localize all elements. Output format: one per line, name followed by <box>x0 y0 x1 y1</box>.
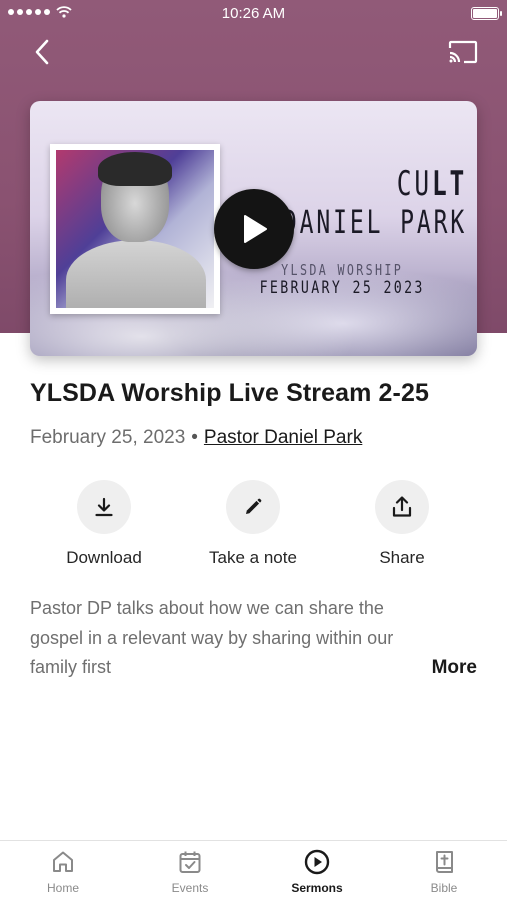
video-title-graphic: CULT PDANIEL PARK <box>266 165 467 241</box>
video-subtitle-line1: YLSDA WORSHIP <box>281 261 404 279</box>
speaker-link[interactable]: Pastor Daniel Park <box>204 427 362 448</box>
sermon-meta: February 25, 2023 • Pastor Daniel Park <box>30 427 362 449</box>
video-title-speaker: PDANIEL PARK <box>265 203 467 241</box>
status-bar: 10:26 AM <box>0 0 507 28</box>
download-icon-circle <box>77 480 131 534</box>
take-note-button[interactable]: Take a note <box>178 480 328 568</box>
home-icon <box>53 851 73 872</box>
pencil-icon <box>246 498 262 514</box>
battery-icon <box>471 7 502 20</box>
sermon-date: February 25, 2023 <box>30 427 186 448</box>
tab-bible-label: Bible <box>430 881 458 895</box>
sermon-title: YLSDA Worship Live Stream 2-25 <box>30 379 429 407</box>
chevron-left-icon <box>35 39 49 65</box>
tab-sermons-label: Sermons <box>291 881 343 895</box>
tab-home-label: Home <box>46 881 79 895</box>
play-circle-icon <box>304 849 330 875</box>
sermon-description: Pastor DP talks about how we can share t… <box>30 598 394 677</box>
calendar-icon <box>179 851 201 873</box>
tab-bar: Home Events Sermons Bible <box>0 840 507 900</box>
action-row: Download Take a note Share <box>0 480 507 572</box>
speaker-photo <box>50 144 220 314</box>
tab-home[interactable]: Home <box>18 849 108 895</box>
note-icon-circle <box>226 480 280 534</box>
tab-sermons[interactable]: Sermons <box>272 849 362 895</box>
video-subtitle-graphic: YLSDA WORSHIP FEBRUARY 25 2023 <box>260 261 425 297</box>
download-button[interactable]: Download <box>29 480 179 568</box>
video-title-light: CU <box>396 164 432 204</box>
play-icon <box>244 215 267 243</box>
share-icon <box>392 496 412 517</box>
back-button[interactable] <box>24 34 60 70</box>
meta-separator: • <box>191 427 198 448</box>
video-title-bold: LT <box>431 164 467 204</box>
share-icon-circle <box>375 480 429 534</box>
tab-events[interactable]: Events <box>145 849 235 895</box>
download-icon <box>95 497 113 517</box>
video-player[interactable]: CULT PDANIEL PARK YLSDA WORSHIP FEBRUARY… <box>30 101 477 356</box>
status-time: 10:26 AM <box>221 5 286 22</box>
bible-icon <box>436 851 453 873</box>
video-subtitle-line2: FEBRUARY 25 2023 <box>259 278 425 298</box>
more-button[interactable]: More <box>432 657 477 679</box>
cast-icon <box>448 40 478 64</box>
tab-events-label: Events <box>171 881 209 895</box>
cast-button[interactable] <box>445 36 481 68</box>
download-label: Download <box>66 548 142 567</box>
share-button[interactable]: Share <box>327 480 477 568</box>
play-button[interactable] <box>214 189 294 269</box>
share-label: Share <box>379 548 425 567</box>
tab-bible[interactable]: Bible <box>399 849 489 895</box>
take-note-label: Take a note <box>209 548 297 567</box>
